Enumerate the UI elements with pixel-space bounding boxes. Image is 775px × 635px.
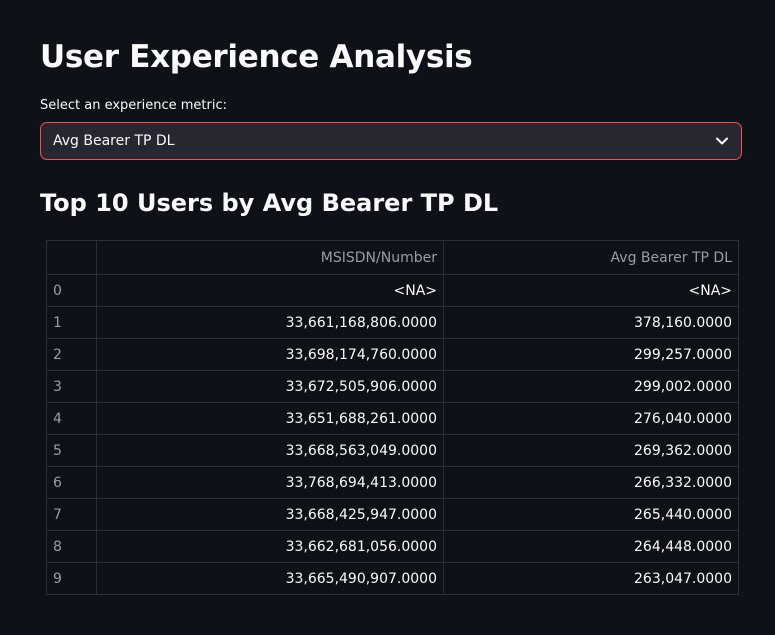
cell-msisdn[interactable]: 33,698,174,760.0000 <box>96 338 444 371</box>
table-header-row: MSISDN/Number Avg Bearer TP DL <box>46 240 739 275</box>
cell-index[interactable]: 1 <box>46 306 97 339</box>
cell-msisdn[interactable]: 33,662,681,056.0000 <box>96 530 444 563</box>
cell-metric[interactable]: 263,047.0000 <box>443 562 739 595</box>
chevron-down-icon[interactable] <box>715 134 729 148</box>
cell-index[interactable]: 3 <box>46 370 97 403</box>
cell-metric[interactable]: 269,362.0000 <box>443 434 739 467</box>
table-row[interactable]: 4 33,651,688,261.0000 276,040.0000 <box>46 402 739 435</box>
cell-index[interactable]: 7 <box>46 498 97 531</box>
table-row[interactable]: 0 <NA> <NA> <box>46 274 739 307</box>
cell-index[interactable]: 0 <box>46 274 97 307</box>
cell-metric[interactable]: <NA> <box>443 274 739 307</box>
cell-msisdn[interactable]: 33,661,168,806.0000 <box>96 306 444 339</box>
table-row[interactable]: 7 33,668,425,947.0000 265,440.0000 <box>46 498 739 531</box>
cell-index[interactable]: 6 <box>46 466 97 499</box>
cell-metric[interactable]: 264,448.0000 <box>443 530 739 563</box>
cell-metric[interactable]: 299,257.0000 <box>443 338 739 371</box>
cell-msisdn[interactable]: 33,768,694,413.0000 <box>96 466 444 499</box>
table-row[interactable]: 2 33,698,174,760.0000 299,257.0000 <box>46 338 739 371</box>
cell-metric[interactable]: 276,040.0000 <box>443 402 739 435</box>
table-row[interactable]: 3 33,672,505,906.0000 299,002.0000 <box>46 370 739 403</box>
column-header-metric[interactable]: Avg Bearer TP DL <box>443 240 739 275</box>
cell-msisdn[interactable]: 33,672,505,906.0000 <box>96 370 444 403</box>
cell-msisdn[interactable]: 33,651,688,261.0000 <box>96 402 444 435</box>
metric-select-value: Avg Bearer TP DL <box>53 133 175 149</box>
cell-metric[interactable]: 299,002.0000 <box>443 370 739 403</box>
top-users-table: MSISDN/Number Avg Bearer TP DL 0 <NA> <NA>… <box>46 240 739 595</box>
cell-metric[interactable]: 266,332.0000 <box>443 466 739 499</box>
column-header-msisdn[interactable]: MSISDN/Number <box>96 240 444 275</box>
cell-metric[interactable]: 378,160.0000 <box>443 306 739 339</box>
cell-index[interactable]: 8 <box>46 530 97 563</box>
cell-index[interactable]: 4 <box>46 402 97 435</box>
table-row[interactable]: 1 33,661,168,806.0000 378,160.0000 <box>46 306 739 339</box>
table-body: 0 <NA> <NA> 1 33,661,168,806.0000 378,160.000… <box>46 274 739 595</box>
table-row[interactable]: 6 33,768,694,413.0000 266,332.0000 <box>46 466 739 499</box>
cell-index[interactable]: 2 <box>46 338 97 371</box>
cell-msisdn[interactable]: <NA> <box>96 274 444 307</box>
table-row[interactable]: 5 33,668,563,049.0000 269,362.0000 <box>46 434 739 467</box>
column-header-index[interactable] <box>46 240 97 275</box>
table-row[interactable]: 9 33,665,490,907.0000 263,047.0000 <box>46 562 739 595</box>
section-title: Top 10 Users by Avg Bearer TP DL <box>40 189 499 217</box>
cell-index[interactable]: 9 <box>46 562 97 595</box>
metric-select-label: Select an experience metric: <box>40 98 228 113</box>
cell-metric[interactable]: 265,440.0000 <box>443 498 739 531</box>
table-row[interactable]: 8 33,662,681,056.0000 264,448.0000 <box>46 530 739 563</box>
metric-select[interactable]: Avg Bearer TP DL <box>40 122 742 160</box>
cell-msisdn[interactable]: 33,668,425,947.0000 <box>96 498 444 531</box>
cell-index[interactable]: 5 <box>46 434 97 467</box>
page-title: User Experience Analysis <box>40 39 473 75</box>
cell-msisdn[interactable]: 33,665,490,907.0000 <box>96 562 444 595</box>
cell-msisdn[interactable]: 33,668,563,049.0000 <box>96 434 444 467</box>
